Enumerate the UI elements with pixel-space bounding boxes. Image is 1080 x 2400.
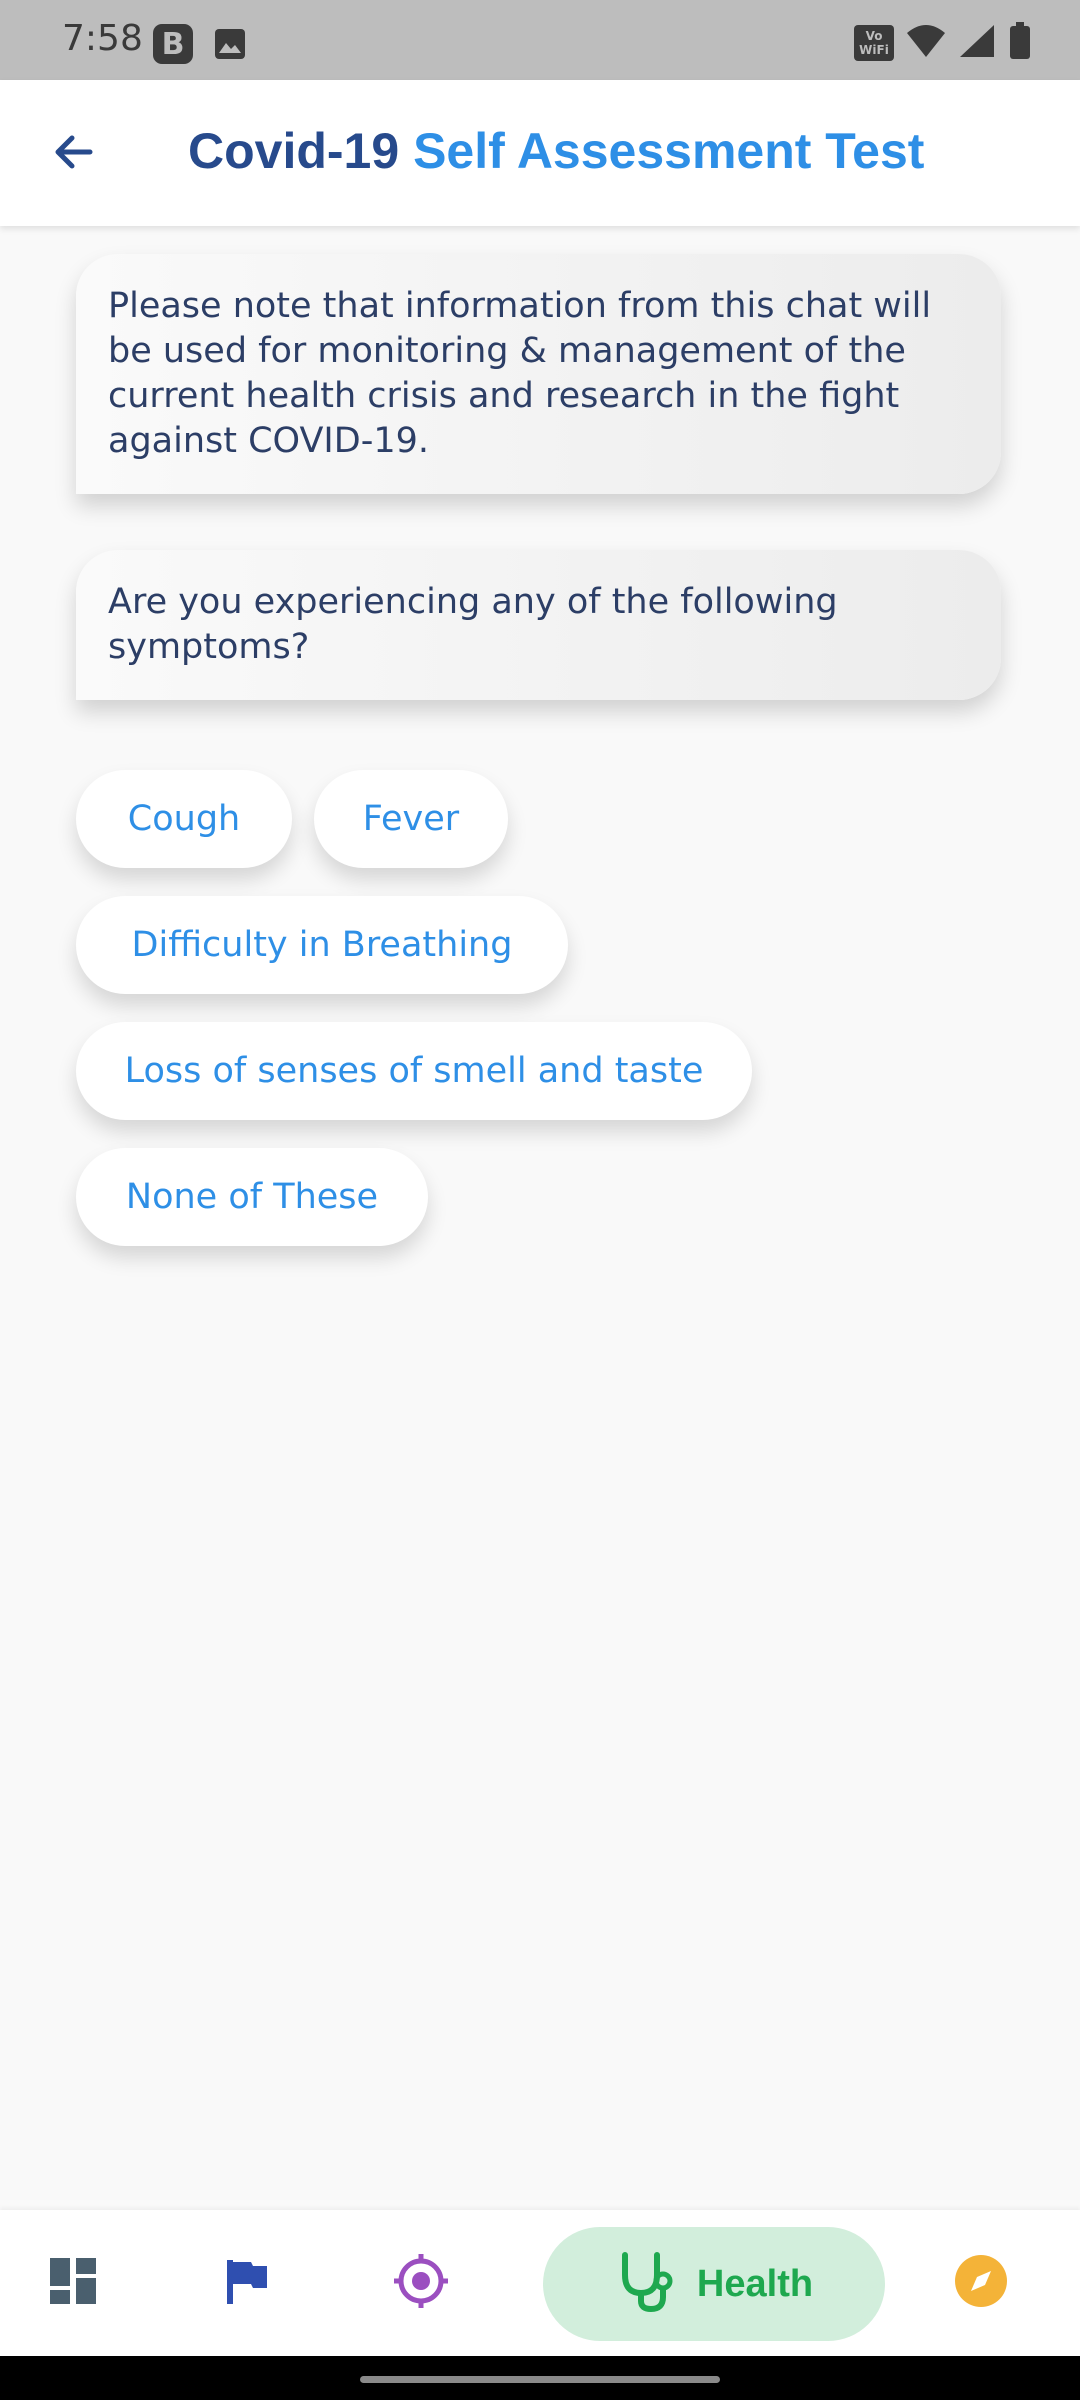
back-button[interactable] <box>44 124 104 184</box>
option-fever-button[interactable]: Fever <box>314 770 508 868</box>
nav-item-compass[interactable] <box>938 2210 1024 2356</box>
vowifi-bottom-label: WiFi <box>859 43 889 57</box>
app-bar: Covid-19 Self Assessment Test <box>0 80 1080 226</box>
title-part-covid: Covid-19 <box>188 123 400 179</box>
vowifi-icon: Vo WiFi <box>854 25 894 61</box>
dashboard-icon <box>48 2256 98 2310</box>
nav-item-health[interactable]: Health <box>543 2227 885 2341</box>
option-loss-of-smell-taste-button[interactable]: Loss of senses of smell and taste <box>76 1022 752 1120</box>
signal-icon <box>958 23 996 63</box>
image-icon <box>213 27 247 65</box>
chat-message-symptoms-question: Are you experiencing any of the followin… <box>76 550 1001 700</box>
target-icon <box>392 2252 450 2314</box>
back-arrow-icon <box>50 128 98 180</box>
compass-icon <box>953 2253 1009 2313</box>
b-app-icon: B <box>153 24 193 64</box>
status-time: 7:58 <box>62 18 143 59</box>
home-gesture-handle[interactable] <box>360 2376 720 2383</box>
status-icons: Vo WiFi <box>854 22 1032 64</box>
chat-message-privacy-note: Please note that information from this c… <box>76 254 1001 494</box>
nav-item-flag[interactable] <box>204 2210 290 2356</box>
battery-icon <box>1008 22 1032 64</box>
vowifi-top-label: Vo <box>865 29 883 43</box>
option-cough-button[interactable]: Cough <box>76 770 292 868</box>
status-bar: 7:58 B Vo WiFi <box>0 0 1080 80</box>
bottom-navigation: Health <box>0 2210 1080 2356</box>
flag-icon <box>223 2256 271 2310</box>
page-title: Covid-19 Self Assessment Test <box>188 122 924 180</box>
wifi-icon <box>906 23 946 63</box>
title-part-assessment: Self Assessment Test <box>413 123 925 179</box>
nav-item-target[interactable] <box>378 2210 464 2356</box>
nav-health-label: Health <box>696 2262 814 2305</box>
option-difficulty-breathing-button[interactable]: Difficulty in Breathing <box>76 896 568 994</box>
stethoscope-icon <box>615 2249 681 2319</box>
nav-item-dashboard[interactable] <box>30 2210 116 2356</box>
option-none-button[interactable]: None of These <box>76 1148 428 1246</box>
